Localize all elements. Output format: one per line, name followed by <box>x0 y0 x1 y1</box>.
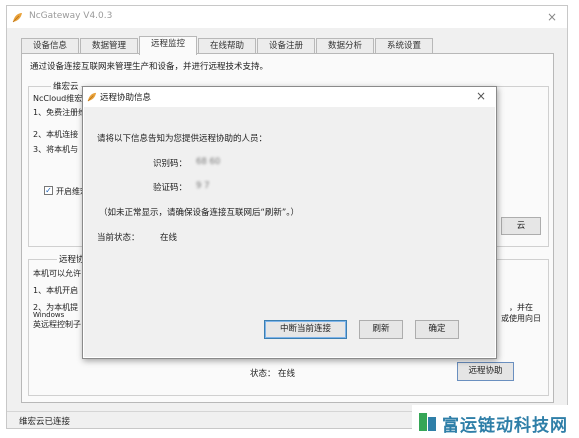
ok-button[interactable]: 确定 <box>415 320 459 339</box>
dialog-intro: 请将以下信息告知为您提供远程协助的人员： <box>97 134 268 144</box>
remote-right-fragment: ，并在 <box>509 303 533 312</box>
watermark: 富运链动科技网 <box>412 405 579 438</box>
cloud-line: 1、免费注册维 <box>33 108 87 117</box>
current-status-value: 在线 <box>160 233 178 243</box>
remote-status-label: 状态： <box>250 369 276 379</box>
remote-line: Windows <box>33 311 65 319</box>
enable-cloud-checkbox[interactable]: ✓ <box>44 186 53 195</box>
cloud-action-button[interactable]: 云 <box>501 217 541 235</box>
tab-data-analysis[interactable]: 数据分析 <box>316 38 374 54</box>
remote-status-value: 在线 <box>278 369 296 379</box>
id-label: 识别码： <box>153 159 188 169</box>
title-bar: NcGateway V4.0.3 × <box>7 6 567 28</box>
remote-line: 1、本机开启 <box>33 286 79 295</box>
current-status-label: 当前状态： <box>97 233 140 243</box>
tab-system-settings[interactable]: 系统设置 <box>375 38 433 54</box>
dialog-body: 请将以下信息告知为您提供远程协助的人员： 识别码： 68 60 验证码： 9 7… <box>84 107 495 357</box>
code-value: 9 7 <box>196 181 210 191</box>
disconnect-button[interactable]: 中断当前连接 <box>264 320 347 339</box>
refresh-button[interactable]: 刷新 <box>359 320 403 339</box>
remote-info-dialog: 远程协助信息 × 请将以下信息告知为您提供远程协助的人员： 识别码： 68 60… <box>82 86 497 359</box>
remote-line: 英远程控制子 <box>33 320 81 329</box>
tab-device-info[interactable]: 设备信息 <box>21 38 79 54</box>
tab-device-registration[interactable]: 设备注册 <box>257 38 315 54</box>
watermark-text: 富运链动科技网 <box>442 416 568 436</box>
leaf-icon <box>87 92 97 102</box>
cloud-line: 3、将本机与 <box>33 145 79 154</box>
cloud-line: 2、本机连接 <box>33 130 79 139</box>
tab-data-management[interactable]: 数据管理 <box>80 38 138 54</box>
dialog-title-bar: 远程协助信息 × <box>83 87 496 107</box>
status-bar-text: 维宏云已连接 <box>19 417 71 427</box>
id-value: 68 60 <box>196 157 221 167</box>
cloud-group-title: 维宏云 <box>51 80 81 92</box>
leaf-icon <box>12 13 22 23</box>
code-label: 验证码： <box>153 183 188 193</box>
close-icon[interactable]: × <box>476 89 486 103</box>
remote-assist-button[interactable]: 远程协助 <box>457 362 514 381</box>
dialog-note: （如未正常显示，请确保设备连接互联网后“刷新”。） <box>99 208 300 218</box>
close-icon[interactable]: × <box>547 10 557 24</box>
window-title: NcGateway V4.0.3 <box>29 11 113 21</box>
tab-remote-monitoring[interactable]: 远程监控 <box>139 36 197 55</box>
tab-online-help[interactable]: 在线帮助 <box>198 38 256 54</box>
remote-right-fragment: 或使用向日 <box>501 314 541 323</box>
brand-logo-icon <box>419 413 436 431</box>
panel-description: 通过设备连接互联网来管理生产和设备，并进行远程技术支持。 <box>30 62 269 72</box>
remote-line: 本机可以允许 <box>33 269 81 278</box>
dialog-title: 远程协助信息 <box>100 93 152 103</box>
